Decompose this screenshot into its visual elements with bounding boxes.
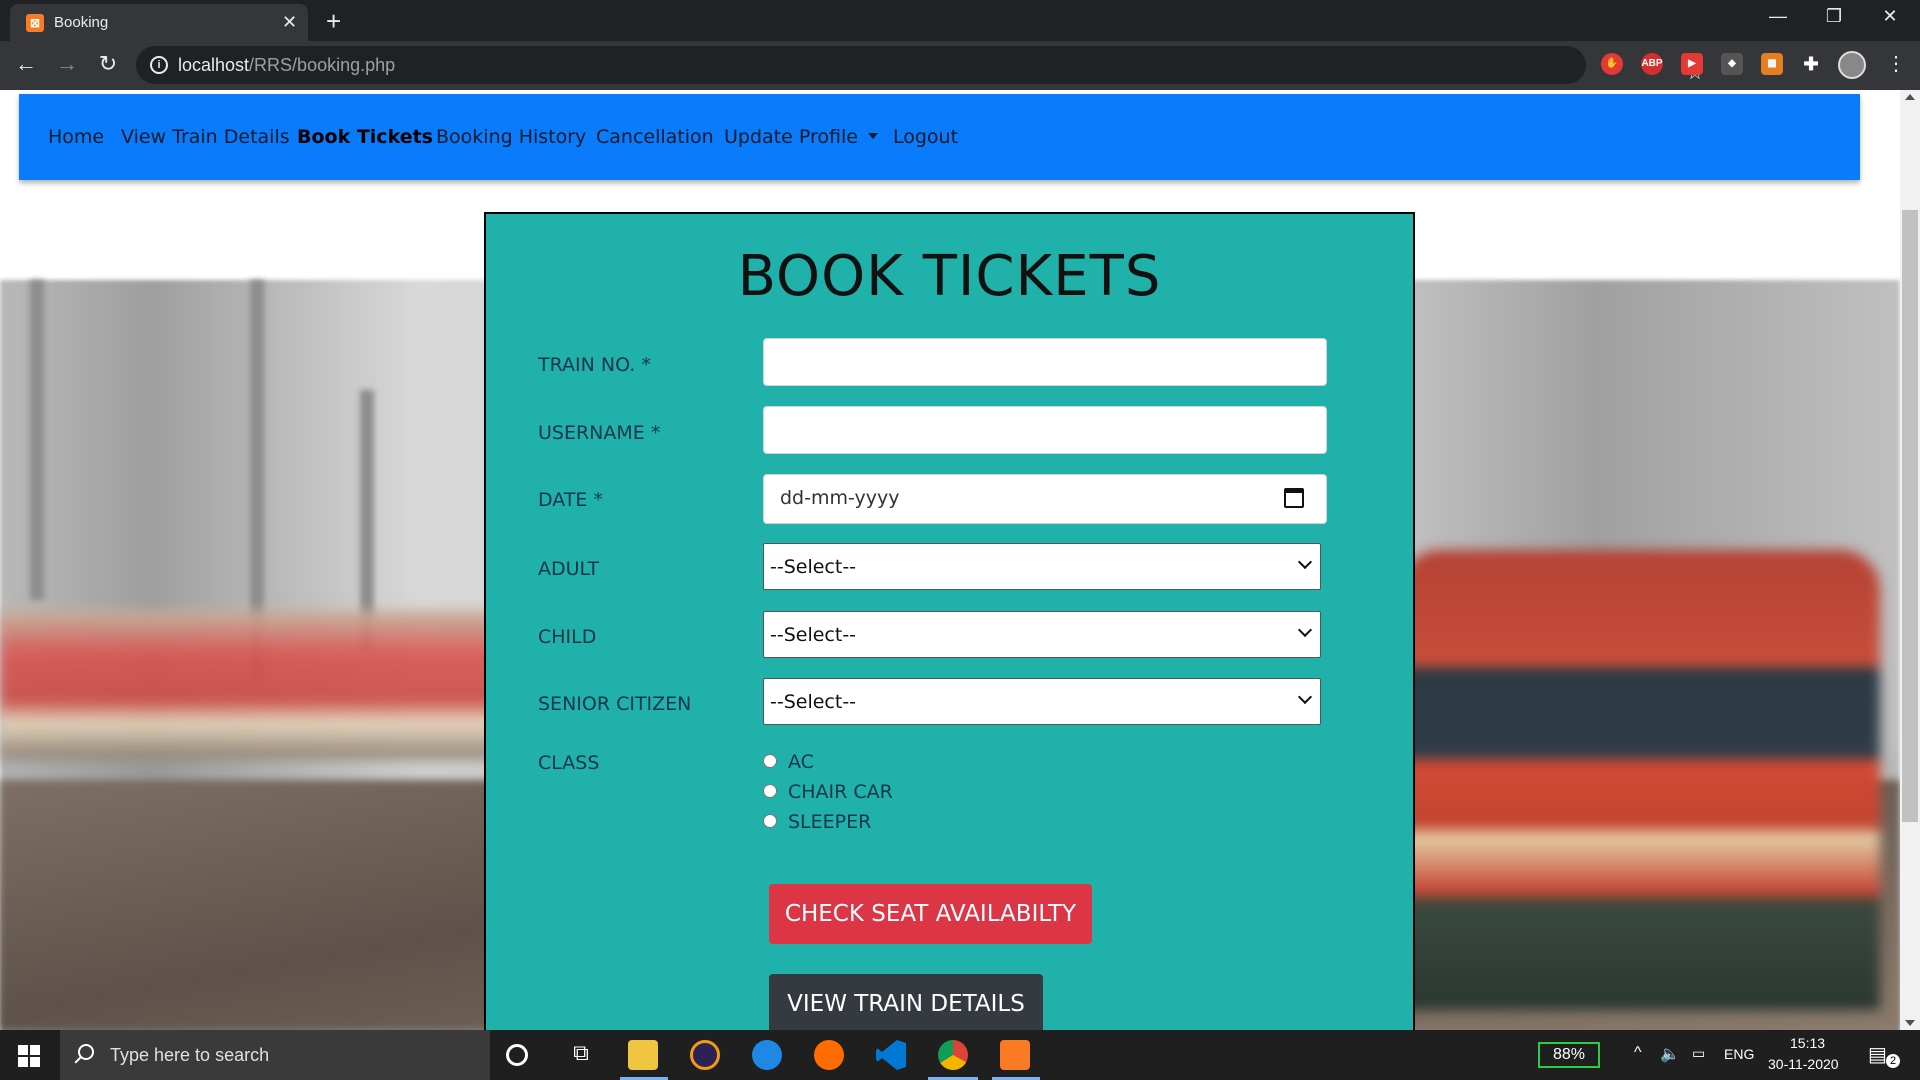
battery-indicator[interactable]: 88% <box>1538 1042 1600 1068</box>
window-close-icon[interactable]: ✕ <box>1878 6 1902 27</box>
xampp-taskbar-icon[interactable] <box>1000 1040 1030 1070</box>
xampp-icon: ⊠ <box>26 14 44 32</box>
taskbar-search-box[interactable]: Type here to search <box>60 1030 490 1080</box>
profile-avatar[interactable] <box>1838 51 1866 79</box>
tab-title: Booking <box>54 14 109 31</box>
chrome-icon[interactable] <box>938 1040 968 1070</box>
senior-citizen-label: SENIOR CITIZEN <box>538 693 692 715</box>
search-placeholder: Type here to search <box>110 1045 270 1065</box>
task-view-icon[interactable]: ⧉ <box>566 1040 596 1070</box>
windows-taskbar: Type here to search ⧉ 88% ^ 🔈 ▭ ENG 15:1… <box>0 1030 1920 1080</box>
reload-icon[interactable]: ↻ <box>94 51 122 77</box>
file-explorer-icon[interactable] <box>628 1040 658 1070</box>
show-hidden-icons-chevron-icon[interactable]: ^ <box>1634 1044 1642 1062</box>
speaker-icon[interactable]: 🔈 <box>1660 1044 1680 1064</box>
child-select[interactable]: --Select-- <box>763 611 1321 658</box>
eclipse-icon[interactable] <box>690 1040 720 1070</box>
username-input[interactable] <box>763 406 1327 454</box>
username-label: USERNAME * <box>538 422 661 444</box>
date-placeholder: dd-mm-yyyy <box>780 487 900 509</box>
scroll-up-arrow-icon[interactable] <box>1905 94 1915 100</box>
page-scrollbar[interactable] <box>1900 90 1920 1030</box>
background-locomotive <box>1400 550 1880 1010</box>
browser-tab[interactable]: ⊠ Booking ✕ <box>10 4 308 41</box>
extension-orange-icon[interactable]: ▦ <box>1761 53 1783 75</box>
tab-close-icon[interactable]: ✕ <box>282 12 297 33</box>
browser-toolbar: ← → ↻ i localhost/RRS/booking.php ☆ ✋ AB… <box>0 41 1920 90</box>
booking-form: BOOK TICKETS TRAIN NO. * USERNAME * DATE… <box>484 212 1415 1030</box>
language-indicator[interactable]: ENG <box>1724 1046 1754 1062</box>
train-no-input[interactable] <box>763 338 1327 386</box>
nav-book-tickets[interactable]: Book Tickets <box>297 126 433 148</box>
search-icon <box>78 1044 94 1060</box>
background-train <box>0 610 500 760</box>
radio-button[interactable] <box>763 784 777 798</box>
notification-center-icon[interactable]: ▤ <box>1868 1042 1887 1067</box>
nav-home[interactable]: Home <box>48 126 104 148</box>
adult-label: ADULT <box>538 558 600 580</box>
radio-label: SLEEPER <box>788 811 872 833</box>
main-navbar: Home View Train Details Book Tickets Boo… <box>19 94 1860 180</box>
view-train-details-button[interactable]: VIEW TRAIN DETAILS <box>769 974 1043 1030</box>
background-pole <box>30 280 44 600</box>
radio-button[interactable] <box>763 754 777 768</box>
forward-arrow-icon[interactable]: → <box>53 51 81 77</box>
browser-tabstrip: ⊠ Booking ✕ + — ❐ ✕ <box>0 0 1920 41</box>
extensions-puzzle-icon[interactable]: ✚ <box>1800 53 1822 75</box>
address-bar[interactable]: i localhost/RRS/booking.php ☆ <box>136 46 1704 84</box>
senior-select-value: --Select-- <box>770 691 857 713</box>
check-seat-availability-button[interactable]: CHECK SEAT AVAILABILTY <box>769 884 1092 944</box>
dropdown-caret-icon <box>867 133 878 139</box>
extension-hand-icon[interactable]: ✋ <box>1601 53 1623 75</box>
info-icon[interactable]: i <box>150 56 168 74</box>
chevron-down-icon <box>1297 554 1313 570</box>
restore-icon[interactable]: ❐ <box>1822 6 1846 27</box>
chevron-down-icon <box>1297 689 1313 705</box>
radio-label: AC <box>788 751 814 773</box>
clock-date[interactable]: 30-11-2020 <box>1768 1056 1839 1072</box>
nav-logout[interactable]: Logout <box>893 126 958 148</box>
adblock-plus-icon[interactable]: ABP <box>1641 53 1663 75</box>
adult-select[interactable]: --Select-- <box>763 543 1321 590</box>
edge-icon[interactable] <box>752 1040 782 1070</box>
back-arrow-icon[interactable]: ← <box>12 51 40 77</box>
firefox-icon[interactable] <box>814 1040 844 1070</box>
calendar-icon[interactable] <box>1284 488 1304 508</box>
battery-tray-icon[interactable]: ▭ <box>1692 1045 1705 1062</box>
child-select-value: --Select-- <box>770 624 857 646</box>
new-tab-icon[interactable]: + <box>326 6 341 37</box>
scroll-thumb[interactable] <box>1902 210 1918 822</box>
date-label: DATE * <box>538 489 603 511</box>
nav-booking-history[interactable]: Booking History <box>436 126 586 148</box>
minimize-icon[interactable]: — <box>1766 6 1790 27</box>
notification-count-badge: 2 <box>1886 1054 1900 1068</box>
page-viewport: Home View Train Details Book Tickets Boo… <box>0 90 1900 1030</box>
chevron-down-icon <box>1297 622 1313 638</box>
clock-time[interactable]: 15:13 <box>1790 1035 1825 1051</box>
nav-update-profile[interactable]: Update Profile <box>724 126 878 148</box>
url-text[interactable]: localhost/RRS/booking.php <box>178 55 395 76</box>
senior-citizen-select[interactable]: --Select-- <box>763 678 1321 725</box>
form-title: BOOK TICKETS <box>737 244 1162 309</box>
date-input[interactable]: dd-mm-yyyy <box>763 474 1327 524</box>
extension-gray-icon[interactable]: ◆ <box>1721 53 1743 75</box>
radio-button[interactable] <box>763 814 777 828</box>
nav-view-train-details[interactable]: View Train Details <box>121 126 290 148</box>
extension-red-icon[interactable]: ▶ <box>1681 53 1703 75</box>
windows-start-icon[interactable] <box>18 1045 40 1067</box>
scroll-down-arrow-icon[interactable] <box>1905 1020 1915 1026</box>
child-label: CHILD <box>538 626 597 648</box>
class-label: CLASS <box>538 752 600 774</box>
train-no-label: TRAIN NO. * <box>538 354 651 376</box>
browser-menu-icon[interactable]: ⋮ <box>1886 51 1906 76</box>
cortana-icon[interactable] <box>506 1044 528 1066</box>
nav-cancellation[interactable]: Cancellation <box>596 126 714 148</box>
radio-label: CHAIR CAR <box>788 781 893 803</box>
vscode-icon[interactable] <box>876 1040 906 1070</box>
adult-select-value: --Select-- <box>770 556 857 578</box>
